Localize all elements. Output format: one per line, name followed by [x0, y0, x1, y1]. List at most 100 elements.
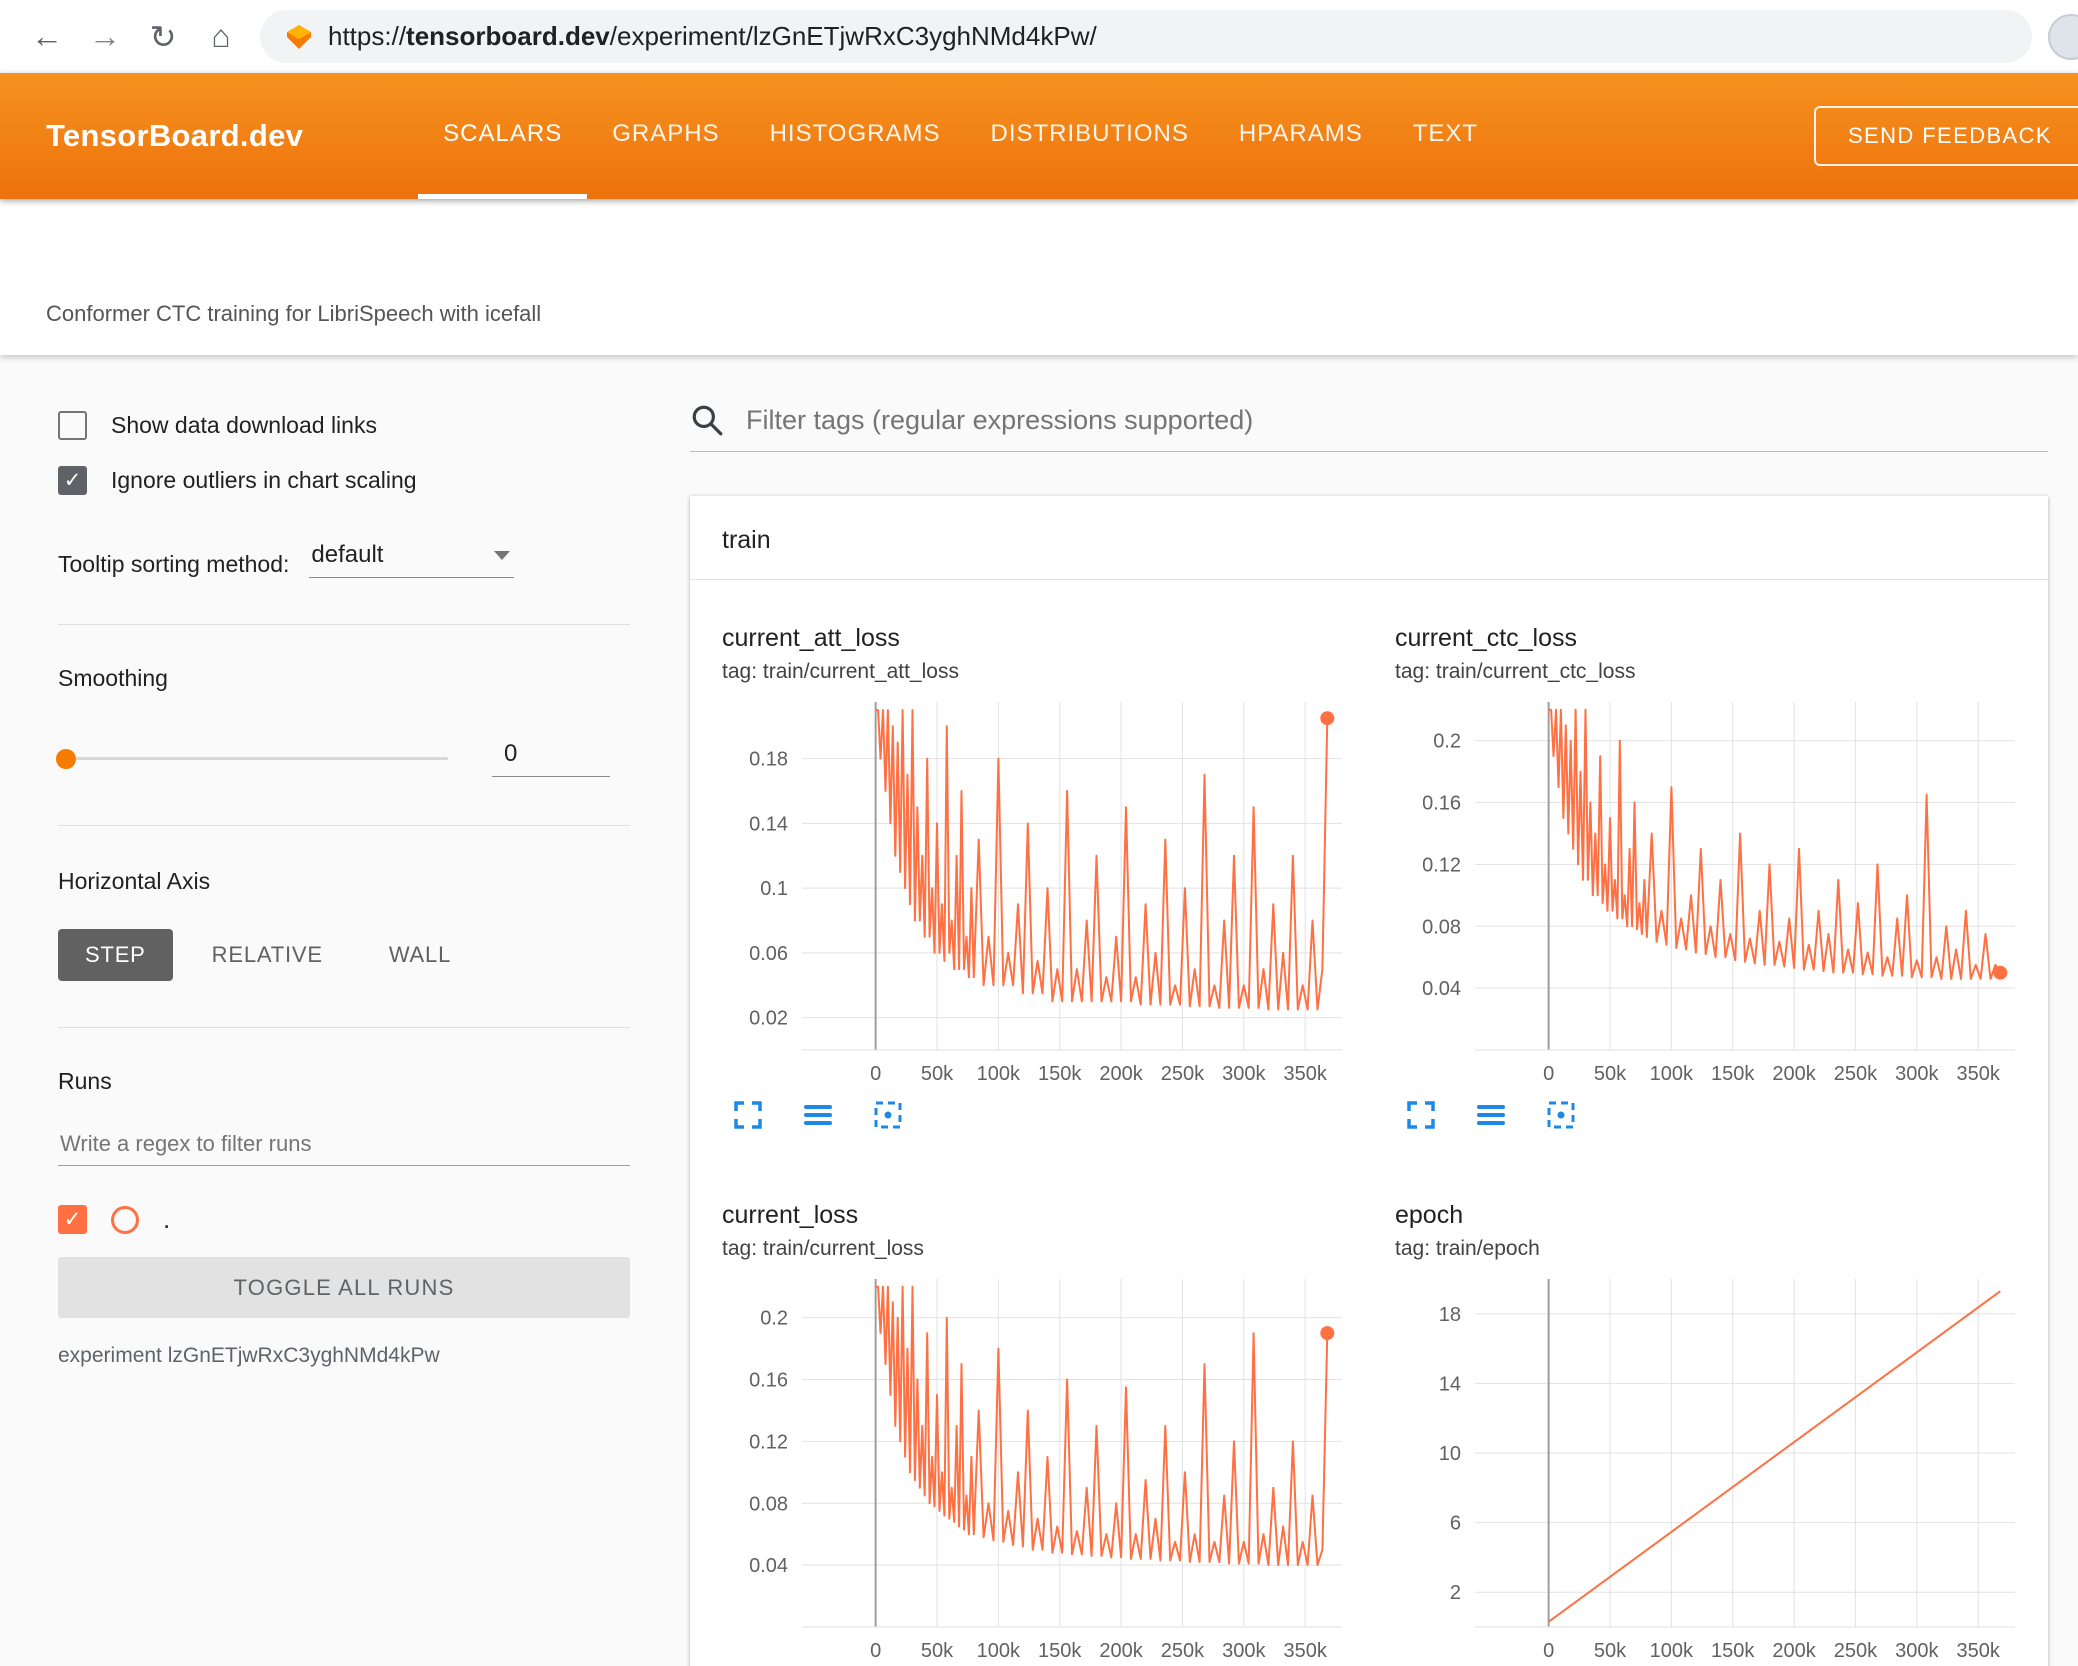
nav-tabs: SCALARS GRAPHS HISTOGRAMS DISTRIBUTIONS …: [418, 73, 1503, 199]
chart-canvas[interactable]: 0.04 0.08 0.12 0.16 0.2 0 50k 100k 150k 200k 250k 3…: [1395, 690, 2028, 1095]
svg-text:0.16: 0.16: [1422, 793, 1461, 815]
view-data-icon[interactable]: [1475, 1099, 1507, 1131]
svg-text:0.2: 0.2: [1433, 731, 1461, 753]
chart-current-att-loss: current_att_loss tag: train/current_att_…: [722, 624, 1355, 1131]
avatar[interactable]: [2048, 13, 2078, 60]
svg-text:200k: 200k: [1099, 1640, 1143, 1662]
svg-text:350k: 350k: [1956, 1640, 2000, 1662]
svg-text:0: 0: [1543, 1640, 1554, 1662]
group-header[interactable]: train: [690, 496, 2048, 580]
svg-text:0.14: 0.14: [749, 813, 788, 835]
svg-text:10: 10: [1439, 1443, 1461, 1465]
svg-text:300k: 300k: [1222, 1640, 1266, 1662]
reload-icon[interactable]: ↻: [134, 18, 192, 56]
tooltip-sorting-select[interactable]: default: [309, 541, 515, 578]
svg-text:0: 0: [1543, 1063, 1554, 1085]
checkbox-ignore-outliers[interactable]: ✓: [58, 466, 87, 495]
chart-current-loss: current_loss tag: train/current_loss 0.0…: [722, 1201, 1355, 1666]
svg-text:150k: 150k: [1711, 1640, 1755, 1662]
axis-step-button[interactable]: STEP: [58, 929, 173, 981]
fit-domain-icon[interactable]: [872, 1099, 904, 1131]
svg-text:300k: 300k: [1895, 1640, 1939, 1662]
forward-icon[interactable]: →: [76, 18, 134, 55]
svg-text:0.18: 0.18: [749, 749, 788, 771]
filter-tags-input[interactable]: [744, 403, 2048, 437]
toggle-all-runs-button[interactable]: TOGGLE ALL RUNS: [58, 1257, 630, 1318]
tab-hparams[interactable]: HPARAMS: [1214, 73, 1388, 199]
chart-actions: [1395, 1099, 2028, 1131]
svg-text:0.08: 0.08: [749, 1493, 788, 1515]
settings-sidebar: ✓ Show data download links ✓ Ignore outl…: [0, 355, 650, 1666]
back-icon[interactable]: ←: [18, 18, 76, 55]
tab-distributions[interactable]: DISTRIBUTIONS: [965, 73, 1213, 199]
svg-text:0.12: 0.12: [1422, 854, 1461, 876]
svg-text:250k: 250k: [1834, 1063, 1878, 1085]
axis-wall-button[interactable]: WALL: [362, 929, 478, 981]
svg-text:0.12: 0.12: [749, 1431, 788, 1453]
checkbox-show-download[interactable]: ✓: [58, 411, 87, 440]
experiment-title: Conformer CTC training for LibriSpeech w…: [46, 301, 542, 326]
divider: [58, 825, 630, 826]
chart-title: current_att_loss: [722, 624, 900, 652]
check-icon: ✓: [63, 469, 82, 492]
svg-text:100k: 100k: [1650, 1640, 1694, 1662]
fullscreen-icon[interactable]: [1405, 1099, 1437, 1131]
chevron-down-icon: [494, 550, 511, 560]
chart-tag: tag: train/epoch: [1395, 1237, 1540, 1260]
svg-text:200k: 200k: [1772, 1063, 1816, 1085]
check-icon: ✓: [63, 1208, 82, 1231]
smoothing-slider-thumb[interactable]: [56, 748, 76, 769]
divider: [58, 624, 630, 625]
svg-text:14: 14: [1439, 1373, 1461, 1395]
chart-canvas[interactable]: 2 6 10 14 18 0 50k 100k 150k 200k 250k 300k 350k: [1395, 1267, 2028, 1666]
url-text: https://tensorboard.dev/experiment/lzGnE…: [328, 21, 1097, 52]
run-isolate-icon[interactable]: [111, 1205, 139, 1234]
tensorboard-favicon-icon: [286, 24, 312, 50]
svg-text:0.1: 0.1: [760, 878, 788, 900]
run-name: .: [163, 1204, 171, 1234]
experiment-title-band: Conformer CTC training for LibriSpeech w…: [0, 199, 2078, 355]
filter-tags-row: [690, 403, 2048, 452]
brand[interactable]: TensorBoard.dev: [46, 118, 303, 154]
svg-text:6: 6: [1450, 1513, 1461, 1535]
svg-text:50k: 50k: [1594, 1640, 1627, 1662]
tab-text[interactable]: TEXT: [1388, 73, 1503, 199]
tab-histograms[interactable]: HISTOGRAMS: [745, 73, 966, 199]
chart-title: epoch: [1395, 1201, 1464, 1229]
chart-canvas[interactable]: 0.02 0.06 0.1 0.14 0.18 0 50k 100k 150k 200k 250k 3…: [722, 690, 1355, 1095]
fullscreen-icon[interactable]: [732, 1099, 764, 1131]
url-bar[interactable]: https://tensorboard.dev/experiment/lzGnE…: [260, 10, 2032, 63]
runs-filter-input[interactable]: [58, 1123, 630, 1166]
svg-text:100k: 100k: [977, 1063, 1021, 1085]
home-icon[interactable]: ⌂: [192, 18, 250, 55]
svg-text:350k: 350k: [1283, 1063, 1327, 1085]
smoothing-value[interactable]: 0: [492, 740, 610, 777]
train-group-card: train current_att_loss tag: train/curren…: [690, 496, 2048, 1666]
svg-text:0.02: 0.02: [749, 1008, 788, 1030]
experiment-caption: experiment lzGnETjwRxC3yghNMd4kPw: [58, 1344, 440, 1367]
chart-title: current_ctc_loss: [1395, 624, 1578, 652]
view-data-icon[interactable]: [802, 1099, 834, 1131]
tab-scalars[interactable]: SCALARS: [418, 73, 588, 199]
axis-relative-button[interactable]: RELATIVE: [185, 929, 350, 981]
svg-text:0.2: 0.2: [760, 1308, 788, 1330]
scalars-main: train current_att_loss tag: train/curren…: [650, 355, 2078, 1666]
browser-chrome: ← → ↻ ⌂ https://tensorboard.dev/experime…: [0, 0, 2078, 73]
svg-text:150k: 150k: [1038, 1063, 1082, 1085]
svg-text:50k: 50k: [921, 1063, 954, 1085]
chart-canvas[interactable]: 0.04 0.08 0.12 0.16 0.2 0 50k 100k 150k 200k 250k 3…: [722, 1267, 1355, 1666]
svg-text:100k: 100k: [1650, 1063, 1694, 1085]
chart-current-ctc-loss: current_ctc_loss tag: train/current_ctc_…: [1395, 624, 2028, 1131]
check-icon: ✓: [64, 413, 82, 438]
ignore-outliers-label: Ignore outliers in chart scaling: [111, 467, 417, 493]
svg-text:350k: 350k: [1956, 1063, 2000, 1085]
svg-text:18: 18: [1439, 1304, 1461, 1326]
send-feedback-button[interactable]: SEND FEEDBACK: [1813, 106, 2078, 166]
tooltip-sorting-label: Tooltip sorting method:: [58, 551, 290, 577]
tab-graphs[interactable]: GRAPHS: [587, 73, 744, 199]
run-checkbox[interactable]: ✓: [58, 1205, 87, 1234]
svg-text:0.08: 0.08: [1422, 916, 1461, 938]
smoothing-slider[interactable]: [56, 748, 448, 769]
fit-domain-icon[interactable]: [1545, 1099, 1577, 1131]
svg-text:200k: 200k: [1099, 1063, 1143, 1085]
